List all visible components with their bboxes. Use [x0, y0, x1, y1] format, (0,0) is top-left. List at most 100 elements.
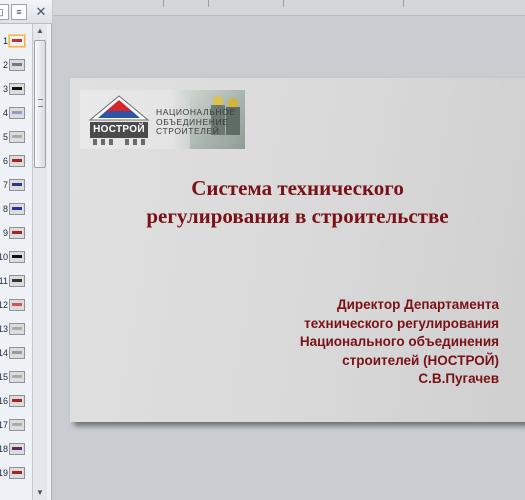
slide-thumbnail-row[interactable]: 13	[0, 318, 30, 342]
slide-thumbnail-list: 1 2 3 4 5 6 7 8 9 10 11 12 13 14 15 16 17 18 19	[0, 24, 30, 500]
slide-number: 6	[2, 156, 8, 166]
slide-subtitle[interactable]: Директор Департамента технического регул…	[179, 296, 499, 389]
slide-thumbnail[interactable]	[9, 443, 25, 455]
thumbnail-content-mark	[12, 447, 22, 450]
logo-name: НОСТРОЙ	[93, 124, 145, 135]
current-slide[interactable]: НОСТРОЙ НАЦИОНАЛЬНОЕ ОБЪЕДИНЕНИЕ СТРОИТЕ…	[70, 78, 525, 422]
slide-number: 4	[2, 108, 8, 118]
slide-thumbnail[interactable]	[9, 467, 25, 479]
slide-thumbnail-row[interactable]: 2	[0, 54, 30, 78]
slide-thumbnail-row[interactable]: 15	[0, 366, 30, 390]
slide-thumbnail[interactable]	[9, 299, 25, 311]
slide-number: 14	[0, 348, 8, 358]
thumbnail-content-mark	[12, 39, 22, 42]
slide-thumbnail[interactable]	[9, 59, 25, 71]
slide-title-line: Система технического	[191, 176, 404, 200]
slide-number: 19	[0, 468, 8, 478]
slide-thumbnail[interactable]	[9, 323, 25, 335]
nostroy-house-icon	[88, 95, 150, 145]
slide-number: 16	[0, 396, 8, 406]
thumbnail-content-mark	[12, 231, 22, 234]
slide-number: 2	[2, 60, 8, 70]
slide-thumbnail[interactable]	[9, 227, 25, 239]
slide-title[interactable]: Система технического регулирования в стр…	[80, 174, 515, 230]
slide-thumbnail-row[interactable]: 12	[0, 294, 30, 318]
thumbnail-content-mark	[12, 279, 22, 282]
ruler-tick	[208, 0, 209, 7]
logo-tagline-line: СТРОИТЕЛЕЙ	[156, 126, 220, 136]
thumbnail-content-mark	[12, 303, 22, 306]
slide-number: 8	[2, 204, 8, 214]
panel-tabs: ▯ ≡ ✕	[0, 0, 52, 24]
slide-number: 9	[2, 228, 8, 238]
slide-number: 3	[2, 84, 8, 94]
slide-number: 5	[2, 132, 8, 142]
scrollbar[interactable]: ▲ ▼	[32, 24, 47, 500]
slide-thumbnail-row[interactable]: 6	[0, 150, 30, 174]
slide-thumbnail[interactable]	[9, 83, 25, 95]
thumbnail-content-mark	[12, 159, 22, 162]
slide-thumbnail-row[interactable]: 9	[0, 222, 30, 246]
subtitle-line: Директор Департамента	[336, 297, 499, 312]
slide-editing-area: НОСТРОЙ НАЦИОНАЛЬНОЕ ОБЪЕДИНЕНИЕ СТРОИТЕ…	[53, 0, 525, 500]
slide-thumbnail-row[interactable]: 11	[0, 270, 30, 294]
slides-panel: ▯ ≡ ✕ 1 2 3 4 5 6 7 8 9 10 11 12 13 14 15 16 17 18 19 ▲ ▼	[0, 0, 52, 500]
tab-slides[interactable]: ▯	[0, 4, 9, 20]
thumbnail-content-mark	[12, 87, 22, 90]
ruler-tick	[403, 0, 404, 7]
slide-thumbnail[interactable]	[9, 347, 25, 359]
scroll-up-icon[interactable]: ▲	[33, 24, 47, 38]
slide-thumbnail-row[interactable]: 5	[0, 126, 30, 150]
slide-thumbnail[interactable]	[9, 371, 25, 383]
slide-number: 12	[0, 300, 8, 310]
slide-number: 1	[2, 36, 8, 46]
slide-thumbnail-row[interactable]: 18	[0, 438, 30, 462]
thumbnail-content-mark	[12, 423, 22, 426]
slide-thumbnail[interactable]	[9, 275, 25, 287]
slide-thumbnail[interactable]	[9, 419, 25, 431]
presentation-editor: ▯ ≡ ✕ 1 2 3 4 5 6 7 8 9 10 11 12 13 14 15 16 17 18 19 ▲ ▼	[0, 0, 525, 500]
subtitle-line: технического регулирования	[304, 315, 499, 331]
slide-thumbnail-row[interactable]: 7	[0, 174, 30, 198]
thumbnail-content-mark	[12, 63, 22, 66]
slide-thumbnail[interactable]	[9, 107, 25, 119]
slide-thumbnail[interactable]	[9, 179, 25, 191]
slide-thumbnail-row[interactable]: 14	[0, 342, 30, 366]
slide-number: 11	[0, 276, 8, 286]
slide-thumbnail-row[interactable]: 8	[0, 198, 30, 222]
slide-number: 10	[0, 252, 8, 262]
slide-thumbnail[interactable]	[9, 251, 25, 263]
slide-thumbnail-row[interactable]: 3	[0, 78, 30, 102]
slide-thumbnail[interactable]	[9, 203, 25, 215]
thumbnail-content-mark	[12, 327, 22, 330]
slide-thumbnail[interactable]	[9, 35, 25, 47]
thumbnail-content-mark	[12, 255, 22, 258]
slide-thumbnail[interactable]	[9, 395, 25, 407]
slide-thumbnail-row[interactable]: 10	[0, 246, 30, 270]
ruler-tick	[163, 0, 164, 7]
slide-number: 17	[0, 420, 8, 430]
thumbnail-content-mark	[12, 111, 22, 114]
subtitle-line: строителей (НОСТРОЙ)	[342, 352, 499, 368]
scroll-thumb[interactable]	[34, 40, 46, 168]
slide-thumbnail-row[interactable]: 4	[0, 102, 30, 126]
slide-thumbnail-row[interactable]: 16	[0, 390, 30, 414]
thumbnail-content-mark	[12, 471, 22, 474]
slide-thumbnail-row[interactable]: 19	[0, 462, 30, 486]
thumbnail-content-mark	[12, 399, 22, 402]
previous-slide-edge	[53, 0, 525, 16]
tab-outline[interactable]: ≡	[11, 4, 27, 20]
slide-thumbnail-row[interactable]: 1	[0, 30, 30, 54]
logo-tagline: НАЦИОНАЛЬНОЕ ОБЪЕДИНЕНИЕ СТРОИТЕЛЕЙ	[156, 107, 236, 137]
slide-thumbnail-row[interactable]: 17	[0, 414, 30, 438]
scroll-down-icon[interactable]: ▼	[33, 486, 47, 500]
thumbnail-content-mark	[12, 135, 22, 138]
thumbnail-content-mark	[12, 351, 22, 354]
slide-thumbnail[interactable]	[9, 131, 25, 143]
thumbnail-content-mark	[12, 183, 22, 186]
slide-number: 7	[2, 180, 8, 190]
scroll-grip-icon	[38, 99, 43, 107]
slide-thumbnail[interactable]	[9, 155, 25, 167]
close-icon[interactable]: ✕	[33, 4, 49, 20]
slide-number: 18	[0, 444, 8, 454]
